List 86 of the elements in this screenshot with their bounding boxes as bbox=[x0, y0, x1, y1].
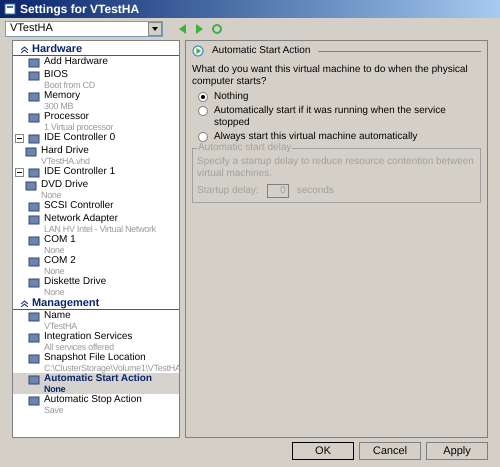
item-detail: 1 Virtual processor bbox=[44, 122, 114, 132]
tree-item[interactable]: SCSI Controller bbox=[13, 200, 179, 213]
device-icon bbox=[25, 180, 37, 192]
tree-item[interactable]: Hard Drive VTestHA.vhd bbox=[13, 145, 179, 166]
radio-option[interactable]: Nothing bbox=[198, 91, 481, 103]
item-label: Memory bbox=[44, 90, 80, 101]
item-label: Name bbox=[44, 310, 72, 321]
vm-dropdown[interactable]: VTestHA bbox=[5, 20, 163, 36]
device-icon bbox=[28, 70, 40, 82]
device-icon bbox=[28, 201, 40, 213]
panel-title: Automatic Start Action bbox=[212, 45, 310, 57]
tree-item[interactable]: Memory 300 MB bbox=[13, 90, 179, 111]
collapse-chevron-icon bbox=[21, 46, 28, 52]
question-text: What do you want this virtual machine to do when the physical computer starts? bbox=[192, 64, 469, 88]
item-detail: Boot from CD bbox=[44, 80, 95, 90]
item-label: Processor bbox=[44, 111, 90, 122]
item-label: Network Adapter bbox=[44, 213, 119, 224]
item-label: COM 1 bbox=[44, 234, 76, 245]
item-detail: 300 MB bbox=[44, 101, 74, 111]
tree-item[interactable]: DVD Drive None bbox=[13, 179, 179, 200]
item-detail: Save bbox=[44, 405, 64, 415]
item-label: Integration Services bbox=[44, 331, 132, 342]
item-detail: VTestHA.vhd bbox=[41, 156, 90, 166]
device-icon bbox=[28, 57, 40, 69]
item-detail: VTestHA bbox=[44, 321, 77, 331]
item-label: Automatic Stop Action bbox=[44, 394, 142, 405]
collapse-toggle-icon[interactable] bbox=[15, 134, 24, 143]
tree-item[interactable]: IDE Controller 0 bbox=[13, 132, 179, 145]
item-detail: None bbox=[44, 287, 66, 297]
device-icon bbox=[28, 311, 40, 323]
item-label: Add Hardware bbox=[44, 56, 108, 67]
item-label: COM 2 bbox=[44, 255, 76, 266]
collapse-toggle-icon[interactable] bbox=[15, 168, 24, 177]
item-label: DVD Drive bbox=[41, 179, 88, 190]
item-label: IDE Controller 0 bbox=[44, 132, 116, 143]
tree-item[interactable]: Name VTestHA bbox=[13, 310, 179, 331]
item-label: BIOS bbox=[44, 69, 69, 80]
tree-item[interactable]: Automatic Start Action None bbox=[13, 373, 179, 394]
item-label: Hard Drive bbox=[41, 145, 90, 156]
device-icon bbox=[28, 395, 40, 407]
window-title: Settings for VTestHA bbox=[20, 1, 140, 18]
item-label: Diskette Drive bbox=[44, 276, 106, 287]
tree-item[interactable]: IDE Controller 1 bbox=[13, 166, 179, 179]
radio-icon[interactable] bbox=[198, 92, 208, 102]
device-icon bbox=[28, 374, 40, 386]
play-icon bbox=[192, 45, 204, 57]
device-icon bbox=[28, 112, 40, 124]
device-icon bbox=[28, 256, 40, 268]
item-detail: None bbox=[44, 245, 66, 255]
tree-item[interactable]: Automatic Stop Action Save bbox=[13, 394, 179, 415]
device-icon bbox=[25, 146, 37, 158]
device-icon bbox=[28, 332, 40, 344]
tree-item[interactable]: Add Hardware bbox=[13, 56, 179, 69]
device-icon bbox=[28, 277, 40, 289]
item-label: IDE Controller 1 bbox=[44, 166, 116, 177]
dialog-button[interactable]: OK bbox=[292, 442, 354, 460]
radio-icon[interactable] bbox=[198, 132, 208, 142]
item-detail: LAN HV Intel - Virtual Network bbox=[44, 224, 156, 234]
tree-item[interactable]: BIOS Boot from CD bbox=[13, 69, 179, 90]
device-icon bbox=[28, 235, 40, 247]
item-detail: None bbox=[44, 266, 66, 276]
item-label: Automatic Start Action bbox=[44, 373, 152, 384]
tree-item[interactable]: Network Adapter LAN HV Intel - Virtual Network bbox=[13, 213, 179, 234]
tree-item[interactable]: COM 2 None bbox=[13, 255, 179, 276]
item-label: Snapshot File Location bbox=[44, 352, 147, 363]
radio-option[interactable]: Automatically start if it was running when the service stopped bbox=[198, 105, 481, 129]
section-header[interactable]: Hardware bbox=[13, 43, 179, 56]
item-detail: None bbox=[44, 384, 66, 394]
device-icon bbox=[28, 133, 40, 145]
tree-item[interactable]: COM 1 None bbox=[13, 234, 179, 255]
settings-icon bbox=[4, 3, 16, 15]
dialog-button[interactable]: Apply bbox=[426, 442, 488, 460]
device-icon bbox=[28, 353, 40, 365]
item-detail: None bbox=[41, 190, 62, 200]
tree-item[interactable]: Integration Services All services offered bbox=[13, 331, 179, 352]
radio-icon[interactable] bbox=[198, 106, 208, 116]
section-header[interactable]: Management bbox=[13, 297, 179, 310]
tree-item[interactable]: Diskette Drive None bbox=[13, 276, 179, 297]
tree-item[interactable]: Processor 1 Virtual processor bbox=[13, 111, 179, 132]
item-detail: All services offered bbox=[44, 342, 115, 352]
device-icon bbox=[28, 167, 40, 179]
collapse-chevron-icon bbox=[21, 300, 28, 306]
device-icon bbox=[28, 214, 40, 226]
device-icon bbox=[28, 91, 40, 103]
item-label: SCSI Controller bbox=[44, 200, 114, 211]
dialog-button[interactable]: Cancel bbox=[359, 442, 421, 460]
